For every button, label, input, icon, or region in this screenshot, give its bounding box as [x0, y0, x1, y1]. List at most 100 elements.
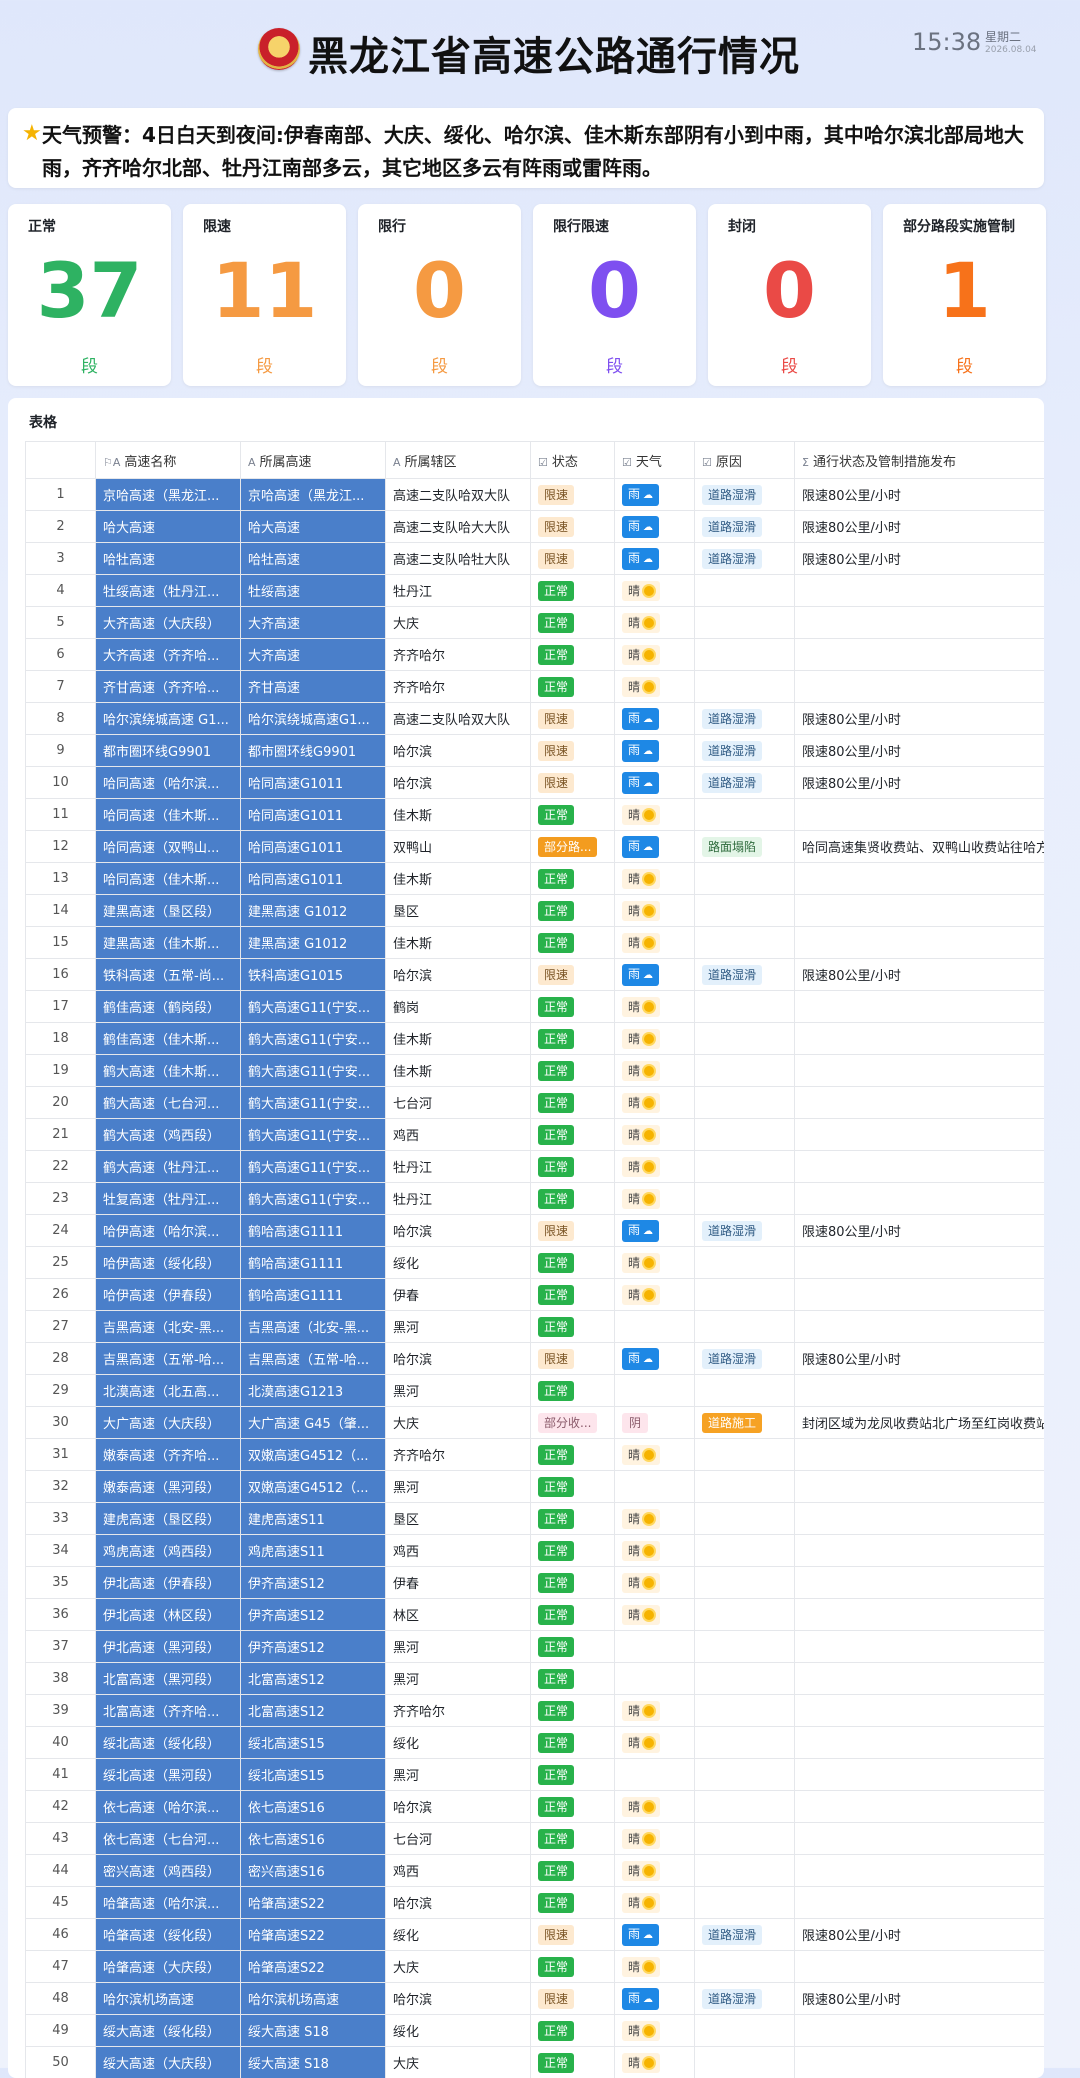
parent-highway-cell[interactable]: 鸡虎高速S11 — [241, 1535, 386, 1567]
reason-cell[interactable] — [695, 1183, 795, 1215]
reason-cell[interactable]: 道路湿滑 — [695, 1215, 795, 1247]
weather-cell[interactable]: 雨☁ — [615, 543, 695, 575]
status-cell[interactable]: 部分收... — [531, 1407, 615, 1439]
highway-name-cell[interactable]: 都市圈环线G9901 — [96, 735, 241, 767]
parent-highway-cell[interactable]: 绥北高速S15 — [241, 1759, 386, 1791]
status-cell[interactable]: 限速 — [531, 1983, 615, 2015]
district-cell[interactable]: 伊春 — [386, 1279, 531, 1311]
district-cell[interactable]: 佳木斯 — [386, 799, 531, 831]
highway-name-cell[interactable]: 北漠高速（北五高... — [96, 1375, 241, 1407]
highway-name-cell[interactable]: 大齐高速（大庆段） — [96, 607, 241, 639]
parent-highway-cell[interactable]: 伊齐高速S12 — [241, 1567, 386, 1599]
parent-highway-cell[interactable]: 哈同高速G1011 — [241, 863, 386, 895]
weather-cell[interactable]: 晴 — [615, 1087, 695, 1119]
reason-cell[interactable] — [695, 671, 795, 703]
status-cell[interactable]: 正常 — [531, 1375, 615, 1407]
status-cell[interactable]: 限速 — [531, 479, 615, 511]
district-cell[interactable]: 伊春 — [386, 1567, 531, 1599]
traffic-measures-cell[interactable] — [795, 1599, 1045, 1631]
highway-name-cell[interactable]: 依七高速（哈尔滨... — [96, 1791, 241, 1823]
status-cell[interactable]: 正常 — [531, 1023, 615, 1055]
row-index-cell[interactable]: 27 — [26, 1311, 96, 1343]
table-row[interactable]: 28吉黑高速（五常-哈...吉黑高速（五常-哈...哈尔滨限速雨☁道路湿滑限速8… — [26, 1343, 1045, 1375]
reason-cell[interactable] — [695, 1791, 795, 1823]
stat-card-closed[interactable]: 封闭 0 段 — [708, 204, 871, 386]
reason-cell[interactable] — [695, 1151, 795, 1183]
row-index-cell[interactable]: 31 — [26, 1439, 96, 1471]
weather-cell[interactable] — [615, 1311, 695, 1343]
header-highway-name[interactable]: ⚐A高速名称 — [96, 442, 241, 479]
table-row[interactable]: 24哈伊高速（哈尔滨...鹤哈高速G1111哈尔滨限速雨☁道路湿滑限速80公里/… — [26, 1215, 1045, 1247]
row-index-cell[interactable]: 20 — [26, 1087, 96, 1119]
parent-highway-cell[interactable]: 建黑高速 G1012 — [241, 927, 386, 959]
highway-name-cell[interactable]: 哈同高速（哈尔滨... — [96, 767, 241, 799]
reason-cell[interactable]: 路面塌陷 — [695, 831, 795, 863]
reason-cell[interactable] — [695, 1087, 795, 1119]
district-cell[interactable]: 佳木斯 — [386, 927, 531, 959]
parent-highway-cell[interactable]: 京哈高速（黑龙江... — [241, 479, 386, 511]
parent-highway-cell[interactable]: 哈肇高速S22 — [241, 1887, 386, 1919]
status-cell[interactable]: 正常 — [531, 1471, 615, 1503]
weather-cell[interactable]: 雨☁ — [615, 1983, 695, 2015]
district-cell[interactable]: 大庆 — [386, 1407, 531, 1439]
status-cell[interactable]: 正常 — [531, 1759, 615, 1791]
parent-highway-cell[interactable]: 绥大高速 S18 — [241, 2047, 386, 2078]
district-cell[interactable]: 绥化 — [386, 2015, 531, 2047]
traffic-measures-cell[interactable]: 限速80公里/小时 — [795, 543, 1045, 575]
row-index-cell[interactable]: 7 — [26, 671, 96, 703]
weather-cell[interactable]: 雨☁ — [615, 511, 695, 543]
reason-cell[interactable] — [695, 1471, 795, 1503]
row-index-cell[interactable]: 36 — [26, 1599, 96, 1631]
parent-highway-cell[interactable]: 鹤大高速G11(宁安... — [241, 1183, 386, 1215]
status-cell[interactable]: 正常 — [531, 863, 615, 895]
table-row[interactable]: 33建虎高速（垦区段）建虎高速S11垦区正常晴 — [26, 1503, 1045, 1535]
table-row[interactable]: 40绥北高速（绥化段）绥北高速S15绥化正常晴 — [26, 1727, 1045, 1759]
row-index-cell[interactable]: 40 — [26, 1727, 96, 1759]
district-cell[interactable]: 哈尔滨 — [386, 1887, 531, 1919]
parent-highway-cell[interactable]: 依七高速S16 — [241, 1823, 386, 1855]
row-index-cell[interactable]: 37 — [26, 1631, 96, 1663]
row-index-cell[interactable]: 50 — [26, 2047, 96, 2078]
table-row[interactable]: 43依七高速（七台河...依七高速S16七台河正常晴 — [26, 1823, 1045, 1855]
weather-cell[interactable]: 晴 — [615, 863, 695, 895]
table-row[interactable]: 38北富高速（黑河段）北富高速S12黑河正常 — [26, 1663, 1045, 1695]
highway-name-cell[interactable]: 绥北高速（绥化段） — [96, 1727, 241, 1759]
status-cell[interactable]: 正常 — [531, 1727, 615, 1759]
weather-cell[interactable] — [615, 1471, 695, 1503]
traffic-measures-cell[interactable] — [795, 1855, 1045, 1887]
weather-cell[interactable]: 晴 — [615, 1055, 695, 1087]
row-index-cell[interactable]: 47 — [26, 1951, 96, 1983]
row-index-cell[interactable]: 28 — [26, 1343, 96, 1375]
row-index-cell[interactable]: 5 — [26, 607, 96, 639]
reason-cell[interactable]: 道路湿滑 — [695, 959, 795, 991]
district-cell[interactable]: 垦区 — [386, 1503, 531, 1535]
weather-cell[interactable]: 晴 — [615, 1247, 695, 1279]
traffic-measures-cell[interactable] — [795, 607, 1045, 639]
parent-highway-cell[interactable]: 鹤大高速G11(宁安... — [241, 1087, 386, 1119]
reason-cell[interactable]: 道路湿滑 — [695, 703, 795, 735]
header-weather[interactable]: ☑天气 — [615, 442, 695, 479]
row-index-cell[interactable]: 3 — [26, 543, 96, 575]
traffic-measures-cell[interactable]: 限速80公里/小时 — [795, 959, 1045, 991]
row-index-cell[interactable]: 41 — [26, 1759, 96, 1791]
row-index-cell[interactable]: 48 — [26, 1983, 96, 2015]
row-index-cell[interactable]: 35 — [26, 1567, 96, 1599]
traffic-measures-cell[interactable]: 哈同高速集贤收费站、双鸭山收费站往哈方向 — [795, 831, 1045, 863]
status-cell[interactable]: 正常 — [531, 927, 615, 959]
table-row[interactable]: 47哈肇高速（大庆段）哈肇高速S22大庆正常晴 — [26, 1951, 1045, 1983]
header-district[interactable]: A所属辖区 — [386, 442, 531, 479]
status-cell[interactable]: 正常 — [531, 1311, 615, 1343]
status-cell[interactable]: 正常 — [531, 1599, 615, 1631]
status-cell[interactable]: 正常 — [531, 1535, 615, 1567]
status-cell[interactable]: 正常 — [531, 1151, 615, 1183]
highway-name-cell[interactable]: 嫩泰高速（齐齐哈... — [96, 1439, 241, 1471]
weather-cell[interactable]: 雨☁ — [615, 831, 695, 863]
table-row[interactable]: 27吉黑高速（北安-黑...吉黑高速（北安-黑...黑河正常 — [26, 1311, 1045, 1343]
parent-highway-cell[interactable]: 鹤大高速G11(宁安... — [241, 1023, 386, 1055]
reason-cell[interactable] — [695, 575, 795, 607]
district-cell[interactable]: 齐齐哈尔 — [386, 1439, 531, 1471]
highway-name-cell[interactable]: 哈同高速（双鸭山... — [96, 831, 241, 863]
district-cell[interactable]: 高速二支队哈双大队 — [386, 479, 531, 511]
reason-cell[interactable] — [695, 1311, 795, 1343]
status-cell[interactable]: 正常 — [531, 1503, 615, 1535]
